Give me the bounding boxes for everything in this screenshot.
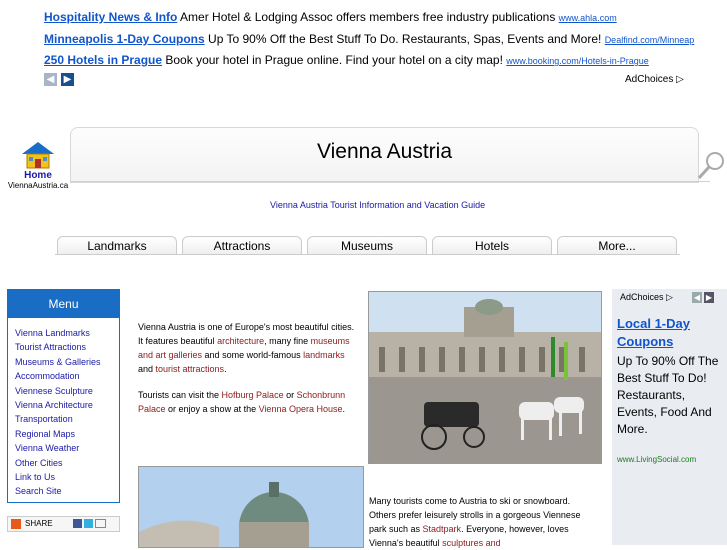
link-attractions[interactable]: tourist attractions [156, 364, 225, 374]
sidebar-menu: Menu Vienna Landmarks Tourist Attraction… [7, 289, 120, 503]
site-tagline: Vienna Austria Tourist Information and V… [270, 200, 486, 210]
share-plus-icon [11, 519, 21, 529]
ad-url-1[interactable]: www.ahla.com [559, 13, 617, 23]
text-span: , many fine [264, 336, 311, 346]
ad-row-3[interactable]: 250 Hotels in Prague Book your hotel in … [44, 53, 649, 67]
intro-paragraph-1: Vienna Austria is one of Europe's most b… [138, 320, 360, 376]
home-logo[interactable]: Home ViennaAustria.ca [6, 140, 70, 190]
menu-item-museums[interactable]: Museums & Galleries [15, 357, 101, 367]
tab-landmarks[interactable]: Landmarks [57, 236, 177, 255]
right-ad-prev-icon[interactable]: ◀ [692, 292, 702, 303]
adchoices-label: AdChoices [625, 74, 674, 85]
menu-item-attractions[interactable]: Tourist Attractions [15, 342, 86, 352]
menu-item-search[interactable]: Search Site [15, 486, 62, 496]
ad-url-2[interactable]: Dealfind.com/Minneap [605, 35, 695, 45]
right-ad-description: Up To 90% Off The Best Stuff To Do! Rest… [617, 354, 719, 436]
menu-item-maps[interactable]: Regional Maps [15, 429, 75, 439]
right-adchoices[interactable]: AdChoices ▷ [620, 292, 673, 303]
menu-item-accommodation[interactable]: Accommodation [15, 371, 80, 381]
share-label: SHARE [25, 519, 53, 528]
tab-attractions[interactable]: Attractions [182, 236, 302, 255]
adchoices-link[interactable]: AdChoices ▷ [625, 74, 684, 85]
menu-item-sculpture[interactable]: Viennese Sculpture [15, 386, 93, 396]
link-landmarks[interactable]: landmarks [303, 350, 345, 360]
twitter-icon[interactable] [84, 519, 94, 529]
house-icon [20, 140, 56, 170]
intro-text: Vienna Austria is one of Europe's most b… [138, 320, 360, 428]
intro-paragraph-2: Tourists can visit the Hofburg Palace or… [138, 388, 360, 416]
link-architecture[interactable]: architecture [217, 336, 264, 346]
link-opera-house[interactable]: Vienna Opera House [259, 404, 343, 414]
tab-museums[interactable]: Museums [307, 236, 427, 255]
ad-prev-icon[interactable]: ◀ [44, 73, 57, 86]
ad-url-3[interactable]: www.booking.com/Hotels-in-Prague [506, 56, 649, 66]
search-icon[interactable] [697, 150, 725, 185]
text-span: . [342, 404, 346, 414]
tab-hotels[interactable]: Hotels [432, 236, 552, 255]
text-span: and some world-famous [202, 350, 304, 360]
link-hofburg[interactable]: Hofburg Palace [222, 390, 284, 400]
ad-next-icon[interactable]: ▶ [61, 73, 74, 86]
text-span: or [283, 390, 297, 400]
museum-dome-photo [138, 466, 364, 548]
link-stadtpark[interactable]: Stadtpark [423, 524, 462, 534]
adchoices-icon: ▷ [666, 292, 673, 302]
link-sculptures[interactable]: sculptures and [442, 538, 501, 548]
ad-row-1[interactable]: Hospitality News & Info Amer Hotel & Lod… [44, 10, 617, 24]
right-ad-nav: ◀ ▶ [692, 292, 714, 303]
ad-text-3: Book your hotel in Prague online. Find y… [162, 53, 507, 67]
email-icon[interactable] [95, 519, 107, 529]
header-banner: Vienna Austria [70, 127, 699, 183]
ad-title-1[interactable]: Hospitality News & Info [44, 10, 177, 24]
right-adchoices-label: AdChoices [620, 292, 664, 302]
text-span: or enjoy a show at the [165, 404, 259, 414]
text-span: . [224, 364, 227, 374]
right-ad-title[interactable]: Local 1-Day Coupons [617, 315, 725, 351]
ad-text-2: Up To 90% Off the Best Stuff To Do. Rest… [204, 32, 605, 46]
home-label: Home [24, 170, 52, 181]
page-title: Vienna Austria [316, 140, 453, 163]
ad-nav: ◀ ▶ [44, 73, 74, 86]
text-span: Tourists can visit the [138, 390, 222, 400]
header-divider [70, 181, 710, 182]
right-ad-next-icon[interactable]: ▶ [704, 292, 714, 303]
menu-item-link-to-us[interactable]: Link to Us [15, 472, 55, 482]
menu-item-architecture[interactable]: Vienna Architecture [15, 400, 93, 410]
menu-title: Menu [8, 290, 119, 318]
ad-title-3[interactable]: 250 Hotels in Prague [44, 53, 162, 67]
menu-item-landmarks[interactable]: Vienna Landmarks [15, 328, 90, 338]
tab-more[interactable]: More... [557, 236, 677, 255]
hofburg-photo [368, 291, 602, 464]
adchoices-icon: ▷ [676, 74, 684, 85]
ad-row-2[interactable]: Minneapolis 1-Day Coupons Up To 90% Off … [44, 32, 694, 46]
content-paragraph-3: Many tourists come to Austria to ski or … [369, 494, 599, 550]
ad-title-2[interactable]: Minneapolis 1-Day Coupons [44, 32, 205, 46]
right-ad-url[interactable]: www.LivingSocial.com [617, 455, 696, 464]
ad-text-1: Amer Hotel & Lodging Assoc offers member… [177, 10, 559, 24]
tabs-divider [55, 254, 680, 255]
text-span: and [138, 364, 156, 374]
menu-item-other-cities[interactable]: Other Cities [15, 458, 63, 468]
facebook-icon[interactable] [72, 519, 82, 529]
site-label: ViennaAustria.ca [7, 181, 69, 190]
menu-item-weather[interactable]: Vienna Weather [15, 443, 79, 453]
right-ad: AdChoices ▷ ◀ ▶ Local 1-Day Coupons Up T… [612, 289, 727, 545]
share-button[interactable]: SHARE [7, 516, 120, 532]
menu-item-transportation[interactable]: Transportation [15, 414, 73, 424]
